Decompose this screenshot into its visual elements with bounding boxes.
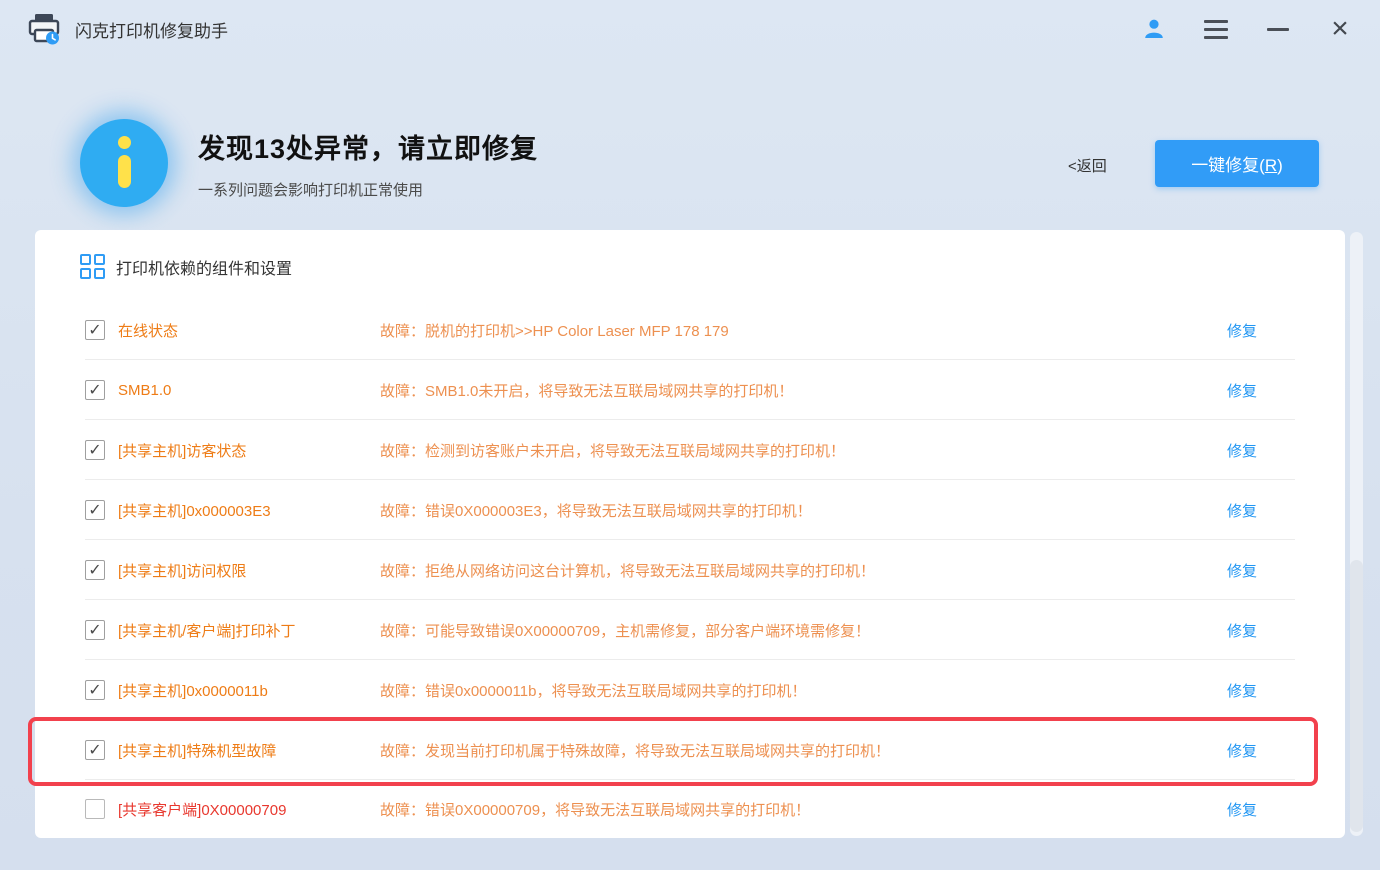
- issue-label: [共享主机]访客状态: [118, 442, 247, 460]
- fix-link[interactable]: 修复: [1227, 740, 1257, 761]
- issue-row: ✓ [共享主机]0x000003E3 故障：错误0X000003E3，将导致无法…: [35, 480, 1345, 540]
- check-icon: ✓: [88, 500, 102, 519]
- app-window: 闪克打印机修复助手 × 发现13处异常，请立即修复 一系列问题会影响打印机正常使…: [0, 0, 1380, 870]
- issue-label: SMB1.0: [118, 381, 172, 399]
- fix-link[interactable]: 修复: [1227, 560, 1257, 581]
- check-icon: ✓: [88, 680, 102, 699]
- issue-row: ✓ [共享客户端]0X00000709 故障：错误0X00000709，将导致无…: [35, 780, 1345, 838]
- issue-description: 故障：SMB1.0未开启，将导致无法互联局域网共享的打印机！: [380, 382, 794, 400]
- issue-row: ✓ [共享主机/客户端]打印补丁 故障：可能导致错误0X00000709，主机需…: [35, 600, 1345, 660]
- menu-icon[interactable]: [1202, 15, 1230, 43]
- info-icon: [80, 119, 168, 207]
- issue-row: ✓ [共享主机]访客状态 故障：检测到访客账户未开启，将导致无法互联局域网共享的…: [35, 420, 1345, 480]
- issue-description: 故障：可能导致错误0X00000709，主机需修复，部分客户端环境需修复！: [380, 622, 871, 640]
- issue-row: ✓ [共享主机]0x0000011b 故障：错误0x0000011b，将导致无法…: [35, 660, 1345, 720]
- one-click-repair-button[interactable]: 一键修复(R): [1155, 140, 1319, 187]
- fix-link[interactable]: 修复: [1227, 380, 1257, 401]
- app-identity: 闪克打印机修复助手: [26, 12, 228, 46]
- issue-description: 故障：发现当前打印机属于特殊故障，将导致无法互联局域网共享的打印机！: [380, 742, 891, 760]
- issue-row: ✓ 在线状态 故障：脱机的打印机>>HP Color Laser MFP 178…: [35, 300, 1345, 360]
- minimize-icon[interactable]: [1264, 15, 1292, 43]
- components-grid-icon: [80, 254, 105, 279]
- issue-label: 在线状态: [118, 322, 179, 340]
- issue-description: 故障：错误0X00000709，将导致无法互联局域网共享的打印机！: [380, 801, 811, 819]
- issue-label: [共享主机]访问权限: [118, 562, 247, 580]
- header: 发现13处异常，请立即修复 一系列问题会影响打印机正常使用: [198, 127, 538, 200]
- scrollbar-track[interactable]: [1350, 232, 1363, 836]
- section-header: 打印机依赖的组件和设置: [80, 254, 292, 279]
- user-icon[interactable]: [1140, 15, 1168, 43]
- scrollbar-thumb[interactable]: [1350, 560, 1363, 832]
- issue-row: ✓ [共享主机]访问权限 故障：拒绝从网络访问这台计算机，将导致无法互联局域网共…: [35, 540, 1345, 600]
- issue-row: ✓ SMB1.0 故障：SMB1.0未开启，将导致无法互联局域网共享的打印机！ …: [35, 360, 1345, 420]
- section-title: 打印机依赖的组件和设置: [116, 260, 293, 278]
- page-subtitle: 一系列问题会影响打印机正常使用: [198, 182, 424, 199]
- issue-checkbox[interactable]: ✓: [85, 560, 105, 580]
- issue-checkbox[interactable]: ✓: [85, 799, 105, 819]
- issue-row: ✓ [共享主机]特殊机型故障 故障：发现当前打印机属于特殊故障，将导致无法互联局…: [35, 720, 1345, 780]
- check-icon: ✓: [88, 380, 102, 399]
- issue-description: 故障：脱机的打印机>>HP Color Laser MFP 178 179: [380, 322, 729, 340]
- issue-description: 故障：拒绝从网络访问这台计算机，将导致无法互联局域网共享的打印机！: [380, 562, 876, 580]
- check-icon: ✓: [88, 740, 102, 759]
- issue-rows: ✓ 在线状态 故障：脱机的打印机>>HP Color Laser MFP 178…: [35, 300, 1345, 838]
- fix-link[interactable]: 修复: [1227, 680, 1257, 701]
- issue-checkbox[interactable]: ✓: [85, 680, 105, 700]
- check-icon: ✓: [88, 560, 102, 579]
- fix-link[interactable]: 修复: [1227, 320, 1257, 341]
- issue-description: 故障：错误0X000003E3，将导致无法互联局域网共享的打印机！: [380, 502, 812, 520]
- issue-label: [共享主机]0x0000011b: [118, 682, 268, 700]
- issue-checkbox[interactable]: ✓: [85, 440, 105, 460]
- fix-link[interactable]: 修复: [1227, 799, 1257, 820]
- check-icon: ✓: [88, 440, 102, 459]
- issue-checkbox[interactable]: ✓: [85, 620, 105, 640]
- issue-checkbox[interactable]: ✓: [85, 320, 105, 340]
- issue-description: 故障：错误0x0000011b，将导致无法互联局域网共享的打印机！: [380, 682, 807, 700]
- issue-label: [共享主机]特殊机型故障: [118, 742, 277, 760]
- issue-label: [共享客户端]0X00000709: [118, 801, 287, 819]
- fix-link[interactable]: 修复: [1227, 500, 1257, 521]
- issue-checkbox[interactable]: ✓: [85, 740, 105, 760]
- page-title: 发现13处异常，请立即修复: [198, 134, 539, 164]
- printer-icon: [26, 12, 62, 46]
- fix-link[interactable]: 修复: [1227, 620, 1257, 641]
- check-icon: ✓: [88, 620, 102, 639]
- close-icon[interactable]: ×: [1326, 14, 1354, 44]
- back-link[interactable]: <返回: [1068, 155, 1107, 176]
- titlebar: 闪克打印机修复助手 ×: [0, 0, 1380, 58]
- issues-panel: 打印机依赖的组件和设置 ✓ 在线状态 故障：脱机的打印机>>HP Color L…: [35, 230, 1345, 838]
- issue-label: [共享主机/客户端]打印补丁: [118, 622, 296, 640]
- app-title: 闪克打印机修复助手: [75, 21, 228, 41]
- issue-checkbox[interactable]: ✓: [85, 380, 105, 400]
- window-controls: ×: [1140, 14, 1354, 44]
- issue-checkbox[interactable]: ✓: [85, 500, 105, 520]
- issue-label: [共享主机]0x000003E3: [118, 502, 271, 520]
- issue-description: 故障：检测到访客账户未开启，将导致无法互联局域网共享的打印机！: [380, 442, 846, 460]
- fix-link[interactable]: 修复: [1227, 440, 1257, 461]
- check-icon: ✓: [88, 320, 102, 339]
